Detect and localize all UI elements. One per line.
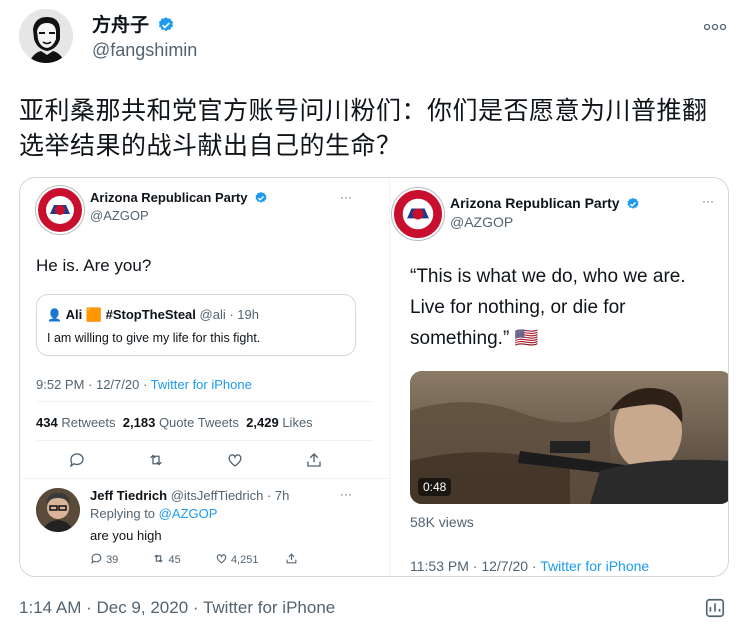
left-card-stats: 434 Retweets 2,183 Quote Tweets 2,429 Li… xyxy=(36,415,313,430)
video-views: 58K views xyxy=(410,514,474,530)
quoted-text: I am willing to give my life for this fi… xyxy=(47,331,261,345)
quoted-tweet-header: 👤 Ali 🟧 #StopTheSteal @ali · 19h xyxy=(47,307,259,323)
verified-badge-icon xyxy=(157,16,175,34)
tweet-text: 亚利桑那共和党官方账号问川粉们：你们是否愿意为川普推翻选举结果的战斗献出自己的生… xyxy=(19,97,708,160)
reply-reply-icon xyxy=(90,553,106,566)
right-tweet-screenshot: Arizona Republican Party @AZGOP ··· “Thi… xyxy=(390,178,728,576)
replying-to: Replying to @AZGOP xyxy=(90,506,217,521)
quoted-handle: @ali xyxy=(199,307,226,322)
right-card-name: Arizona Republican Party xyxy=(450,195,620,211)
quotes-count: 2,183 xyxy=(122,415,156,430)
quoted-name: Ali 🟧 #StopTheSteal xyxy=(65,307,196,322)
reply-like-count: 4,251 xyxy=(230,554,259,566)
right-card-source: Twitter for iPhone xyxy=(540,558,650,574)
share-icon xyxy=(305,451,323,474)
azgop-logo xyxy=(392,188,444,240)
author-name[interactable]: 方舟子 xyxy=(92,15,149,36)
reply-retweet-icon xyxy=(152,554,168,566)
right-card-meta: 11:53 PM · 12/7/20 · Twitter for iPhone xyxy=(410,558,649,574)
reply-text: are you high xyxy=(90,528,162,543)
reply-name: Jeff Tiedrich xyxy=(90,488,168,503)
left-card-more-icon: ··· xyxy=(340,190,352,204)
reply-avatar xyxy=(36,488,80,532)
verified-badge-icon xyxy=(626,197,640,211)
quoted-tweet: 👤 Ali 🟧 #StopTheSteal @ali · 19h I am wi… xyxy=(36,294,356,356)
right-card-text: “This is what we do, who we are. Live fo… xyxy=(410,266,686,349)
retweet-icon xyxy=(147,451,165,474)
right-card-time: 11:53 PM · 12/7/20 · xyxy=(410,558,541,574)
reply-header: Jeff Tiedrich @itsJeffTiedrich · 7h xyxy=(90,488,289,503)
divider xyxy=(36,401,373,402)
left-card-name: Arizona Republican Party xyxy=(90,190,248,205)
left-card-text: He is. Are you? xyxy=(36,256,152,275)
left-card-name-row: Arizona Republican Party xyxy=(90,190,268,205)
divider xyxy=(20,478,389,479)
right-card-more-icon: ··· xyxy=(702,194,714,208)
reply-reply-count: 39 xyxy=(106,554,119,566)
quotes-label: Quote Tweets xyxy=(158,415,239,430)
reply-handle: @itsJeffTiedrich xyxy=(170,488,264,503)
likes-label: Likes xyxy=(282,415,313,430)
likes-count: 2,429 xyxy=(246,415,279,430)
quoted-avatar-icon: 👤 xyxy=(47,308,62,322)
right-card-handle: @AZGOP xyxy=(450,214,514,230)
tweet-timestamp[interactable]: 1:14 AM · Dec 9, 2020 · Twitter for iPho… xyxy=(19,598,335,618)
more-options-icon[interactable] xyxy=(703,18,727,36)
retweets-count: 434 xyxy=(36,415,58,430)
reply-time: · 7h xyxy=(266,488,290,503)
view-analytics-icon[interactable] xyxy=(704,597,726,624)
like-icon xyxy=(226,451,244,474)
divider xyxy=(36,440,373,441)
tweet-image[interactable]: Arizona Republican Party @AZGOP ··· He i… xyxy=(19,177,729,577)
left-card-time: 9:52 PM · 12/7/20 · xyxy=(36,377,151,392)
right-card-name-row: Arizona Republican Party xyxy=(450,195,640,211)
left-card-meta: 9:52 PM · 12/7/20 · Twitter for iPhone xyxy=(36,377,252,392)
reply-icon xyxy=(68,451,86,474)
reply-share-icon xyxy=(285,553,298,566)
video-thumbnail: 0:48 xyxy=(410,371,728,504)
reply-like-icon xyxy=(215,554,231,566)
verified-badge-icon xyxy=(254,191,268,205)
reply-actions: 39 45 4,251 xyxy=(90,552,330,566)
video-duration: 0:48 xyxy=(418,478,452,496)
azgop-logo xyxy=(36,186,84,234)
author-handle[interactable]: @fangshimin xyxy=(92,40,197,61)
left-tweet-screenshot: Arizona Republican Party @AZGOP ··· He i… xyxy=(20,178,389,576)
avatar[interactable] xyxy=(19,9,73,63)
replying-to-handle: @AZGOP xyxy=(158,506,218,521)
quoted-time: · 19h xyxy=(229,307,259,322)
left-card-source: Twitter for iPhone xyxy=(150,377,252,392)
reply-more-icon: ··· xyxy=(340,487,352,501)
retweets-label: Retweets xyxy=(61,415,116,430)
replying-prefix: Replying to xyxy=(90,506,159,521)
reply-retweet-count: 45 xyxy=(168,554,181,566)
author-name-row: 方舟子 xyxy=(92,10,175,37)
left-card-handle: @AZGOP xyxy=(90,208,149,223)
